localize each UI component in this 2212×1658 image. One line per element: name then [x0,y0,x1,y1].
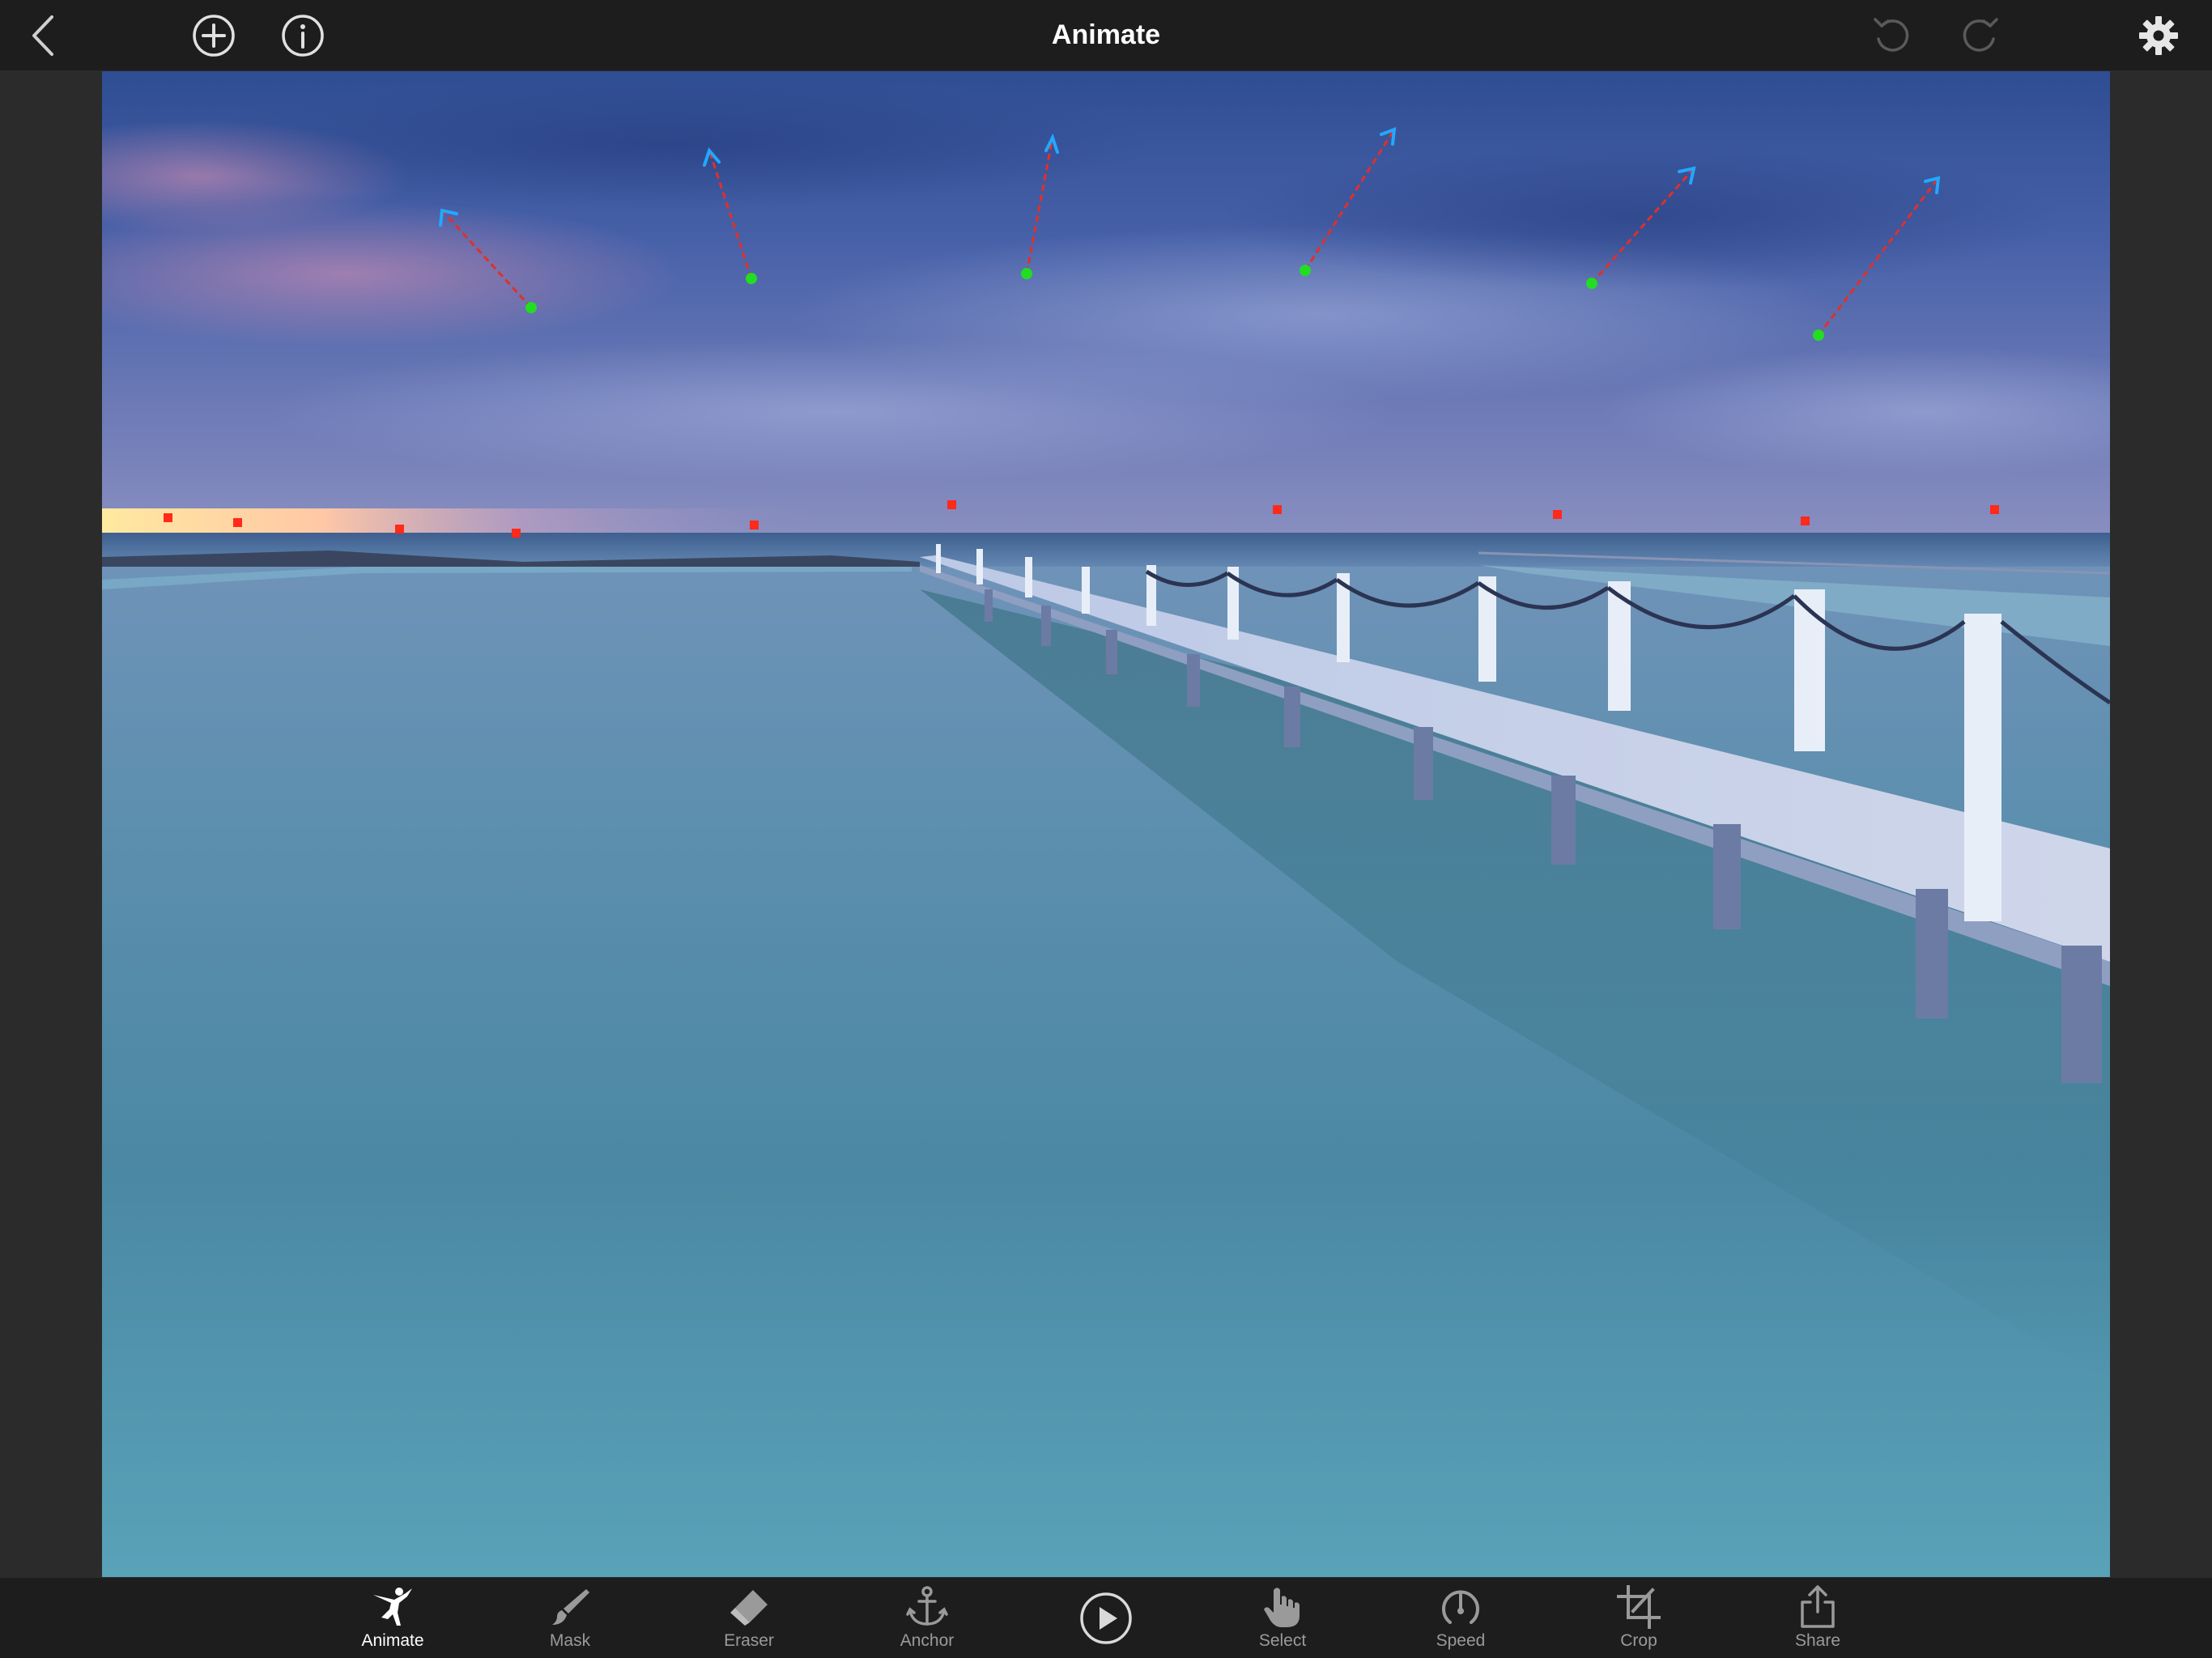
speedometer-icon [1442,1590,1479,1624]
redo-button[interactable] [1956,0,2005,70]
hand-pointer-icon [1264,1588,1300,1627]
tool-anchor-label: Anchor [900,1631,955,1650]
tool-share[interactable]: Share [1753,1578,1882,1658]
crop-icon [1617,1585,1661,1629]
tool-animate[interactable]: Animate [328,1578,457,1658]
dancer-icon [373,1588,412,1626]
tool-share-label: Share [1794,1631,1841,1650]
eraser-icon [730,1590,768,1626]
tool-speed-label: Speed [1436,1631,1486,1650]
play-icon [1080,1592,1132,1644]
app-window: Animate Animate Mask Eraser Anchor Selec… [0,0,2212,1658]
play-button[interactable] [1078,1590,1134,1647]
photo-canvas[interactable] [102,71,2110,1577]
tool-speed[interactable]: Speed [1396,1578,1525,1658]
brush-icon [552,1589,589,1625]
top-bar: Animate [0,0,2212,70]
tool-eraser-label: Eraser [724,1631,774,1650]
gear-icon [2139,15,2178,55]
settings-button[interactable] [2134,0,2183,70]
bottom-toolbar: Animate Mask Eraser Anchor Select Speed … [0,1578,2212,1658]
tool-select[interactable]: Select [1218,1578,1347,1658]
share-icon [1801,1585,1835,1628]
tool-eraser[interactable]: Eraser [684,1578,814,1658]
photo-svg [102,71,2110,1577]
tool-select-label: Select [1258,1631,1307,1650]
undo-button[interactable] [1867,0,1916,70]
tool-mask-label: Mask [549,1631,591,1650]
redo-icon [1963,17,1998,52]
tool-anchor[interactable]: Anchor [862,1578,992,1658]
tool-animate-label: Animate [361,1631,424,1650]
anchor-icon [906,1586,948,1626]
tool-crop[interactable]: Crop [1574,1578,1704,1658]
undo-icon [1874,17,1909,52]
tool-mask[interactable]: Mask [505,1578,635,1658]
tool-crop-label: Crop [1620,1631,1657,1650]
